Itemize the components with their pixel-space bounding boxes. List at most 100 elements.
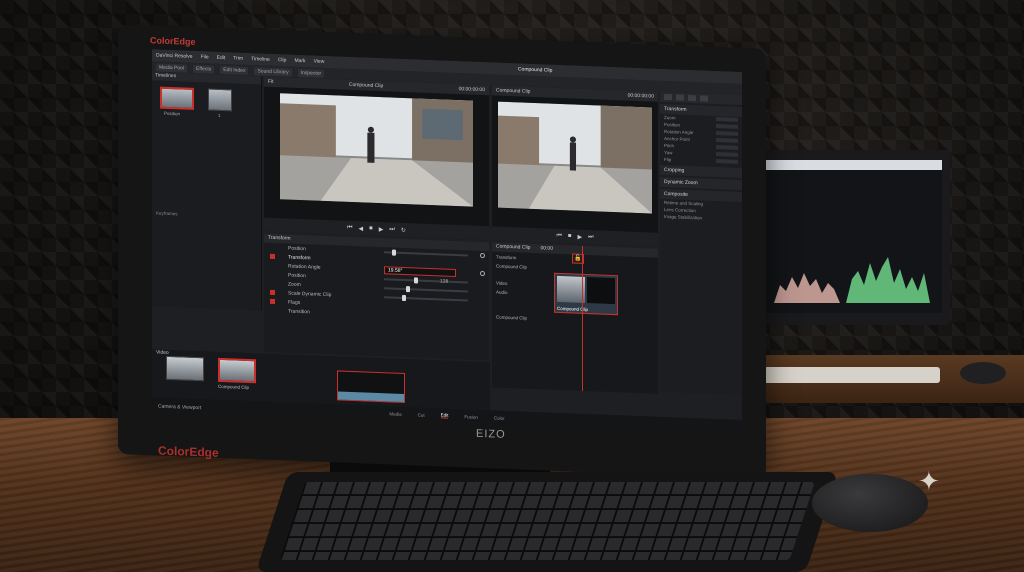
inspector-field[interactable]: [716, 123, 738, 129]
inspector-field[interactable]: [716, 151, 738, 157]
monitor-brand-top: ColorEdge: [150, 35, 196, 47]
inspector-field[interactable]: [716, 137, 738, 143]
media-clip-label: 1: [218, 112, 221, 118]
timeline-timecode: 00:00:00:00: [627, 92, 654, 100]
audio-waveform-display: [774, 257, 930, 303]
file-tab-icon[interactable]: [700, 95, 708, 102]
enable-checkbox[interactable]: [270, 253, 275, 260]
street-scene-image: [280, 93, 473, 207]
monitor-logo: EIZO: [476, 427, 506, 441]
toolbar-effects[interactable]: Effects: [193, 64, 215, 74]
computer-mouse: [812, 474, 928, 532]
secondary-keyboard: [764, 367, 940, 383]
inspector-panel: Transform Zoom Position Rotation Angle A…: [660, 91, 742, 395]
effects-tab-icon[interactable]: [688, 94, 696, 102]
page-cut[interactable]: Cut: [418, 412, 425, 417]
skip-forward-icon[interactable]: ⏭: [389, 226, 394, 233]
keyboard: [255, 472, 839, 572]
timeline-video-frame[interactable]: [498, 101, 652, 214]
stop-icon[interactable]: ■: [369, 226, 373, 232]
source-video-frame[interactable]: [280, 93, 473, 207]
menu-view[interactable]: View: [314, 59, 325, 65]
track-label[interactable]: Compound Clip: [492, 261, 552, 272]
inspector-section-cropping[interactable]: Cropping: [660, 164, 742, 178]
secondary-topbar: [760, 160, 942, 170]
clip-label: Compound Clip: [557, 305, 589, 313]
timeline-viewer-title: Compound Clip: [496, 87, 531, 95]
inspector-field[interactable]: [716, 116, 738, 122]
timeline-clip-thumb-selected[interactable]: [218, 357, 256, 384]
inspector-section-dynamic-zoom[interactable]: Dynamic Zoom: [660, 176, 742, 190]
zoom-slider[interactable]: [384, 285, 468, 292]
clip-label: Compound Clip: [218, 383, 250, 391]
sparkle-icon: ✦: [918, 466, 940, 496]
position-number[interactable]: 128: [440, 278, 448, 284]
keyframe-icon[interactable]: [480, 270, 485, 277]
track-label[interactable]: Audio: [492, 287, 552, 298]
keyboard-keys: [279, 482, 815, 560]
skip-forward-icon[interactable]: ⏭: [588, 234, 593, 241]
media-pool-lower-label: Keyframes: [156, 210, 178, 217]
playhead[interactable]: [582, 245, 583, 391]
position-value-slider[interactable]: [384, 276, 468, 284]
secondary-mouse: [960, 362, 1006, 384]
source-zoom[interactable]: Fit: [268, 79, 274, 85]
menu-trim[interactable]: Trim: [233, 55, 243, 61]
media-clip-thumb[interactable]: [208, 88, 232, 112]
main-monitor: ColorEdge DaVinci Resolve File Edit Trim…: [118, 24, 766, 479]
play-icon[interactable]: ▶: [578, 233, 583, 240]
inspector-tabs: [660, 91, 742, 105]
enable-checkbox[interactable]: [270, 298, 275, 305]
source-viewer-title: Compound Clip: [348, 81, 384, 90]
street-scene-image: [498, 101, 652, 214]
play-reverse-icon[interactable]: ◀: [359, 225, 364, 232]
page-edit[interactable]: Edit: [440, 412, 449, 419]
toolbar-sound-library[interactable]: Sound Library: [254, 66, 292, 77]
media-pool: Timelines Position 1 Keyframes: [152, 72, 262, 311]
toolbar-edit-index[interactable]: Edit Index: [220, 65, 249, 75]
secondary-monitor: [752, 150, 950, 325]
timeline-panel: Compound Clip 00:00 Transform Compound C…: [492, 242, 658, 394]
menu-edit[interactable]: Edit: [217, 55, 226, 61]
photo-scene: ColorEdge DaVinci Resolve File Edit Trim…: [0, 0, 1024, 572]
media-clip-label: Position: [164, 110, 181, 117]
editor-screen: DaVinci Resolve File Edit Trim Timeline …: [152, 49, 742, 434]
media-clip-thumb[interactable]: [160, 86, 194, 110]
menu-clip[interactable]: Clip: [278, 57, 287, 63]
keyframe-icon[interactable]: [480, 252, 485, 259]
enable-checkbox[interactable]: [270, 289, 275, 296]
clip-thumbnail: [557, 275, 585, 303]
menu-mark[interactable]: Mark: [294, 58, 305, 64]
video-tab-icon[interactable]: [664, 93, 672, 101]
timeline-track-list: Transform Compound Clip Video Audio Comp…: [492, 252, 552, 323]
toolbar-media-pool[interactable]: Media Pool: [156, 62, 188, 73]
play-icon[interactable]: ▶: [379, 226, 384, 233]
menu-app[interactable]: DaVinci Resolve: [156, 52, 193, 59]
stop-icon[interactable]: ■: [568, 233, 572, 239]
page-fusion[interactable]: Fusion: [464, 414, 478, 420]
monitor-brand-bottom: ColorEdge: [158, 443, 219, 460]
secondary-screen: [760, 160, 942, 313]
timeline-viewer: Compound Clip 00:00:00:00 ⏮ ■ ▶ ⏭: [492, 85, 658, 247]
page-media[interactable]: Media: [389, 411, 401, 416]
loop-icon[interactable]: ↻: [401, 226, 406, 233]
position-slider[interactable]: [384, 249, 468, 256]
skip-back-icon[interactable]: ⏮: [347, 224, 352, 231]
compound-clip[interactable]: Compound Clip: [554, 272, 618, 316]
skip-back-icon[interactable]: ⏮: [556, 232, 561, 239]
audio-tab-icon[interactable]: [676, 94, 684, 101]
inspector-field[interactable]: [716, 130, 738, 136]
timeline-clip-block[interactable]: [337, 370, 405, 404]
toolbar-inspector[interactable]: Inspector: [297, 68, 325, 78]
keyframe-panel: Transform Position Transform Rotation An…: [264, 233, 489, 361]
track-label[interactable]: Compound Clip: [492, 312, 552, 323]
clip-black-frame: [587, 277, 615, 305]
page-color[interactable]: Color: [494, 415, 505, 420]
source-timecode: 00:00:00:00: [458, 86, 485, 94]
scale-slider[interactable]: [384, 294, 468, 301]
inspector-field[interactable]: [716, 158, 738, 164]
menu-timeline[interactable]: Timeline: [251, 56, 270, 63]
menu-file[interactable]: File: [201, 54, 209, 60]
timeline-clip-thumb[interactable]: [166, 355, 204, 382]
inspector-field[interactable]: [716, 144, 738, 150]
